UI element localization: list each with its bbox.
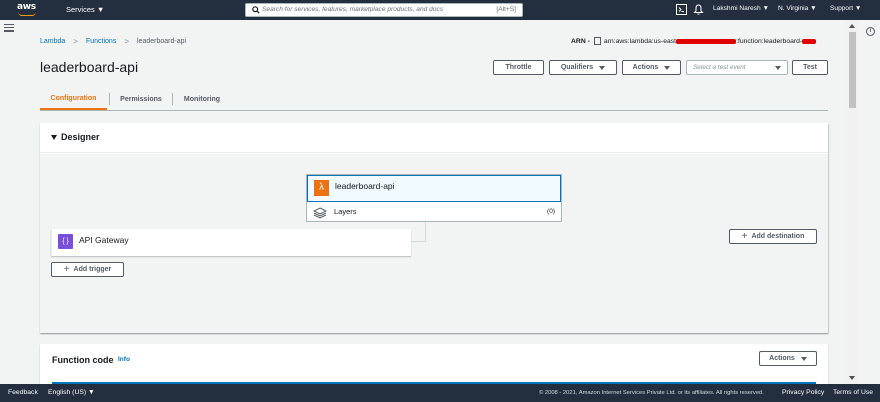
test-label: Test (803, 64, 817, 71)
tab-permissions[interactable]: Permissions (111, 88, 171, 110)
breadcrumb-current: leaderboard-api (137, 38, 187, 45)
feedback-link[interactable]: Feedback (8, 389, 38, 396)
breadcrumb: Lambda > Functions > leaderboard-api (40, 37, 186, 46)
actions-button[interactable]: Actions (622, 60, 681, 75)
cloudshell-icon[interactable] (676, 4, 687, 15)
terms-of-use-link[interactable]: Terms of Use (833, 389, 873, 396)
scrollbar-thumb[interactable] (849, 32, 856, 108)
test-event-placeholder: Select a test event (693, 64, 746, 71)
search-placeholder: Search for services, features, marketpla… (262, 6, 444, 13)
redaction-mark (676, 38, 737, 44)
redaction-mark (802, 38, 817, 44)
scroll-down-arrow-icon[interactable] (849, 376, 855, 380)
tab-label: Configuration (50, 94, 97, 102)
plus-icon: + (63, 263, 70, 275)
function-arn: ARN - arn:aws:lambda:us-east :function:l… (571, 37, 817, 45)
arn-prefix: arn:aws:lambda:us-east (603, 37, 677, 45)
tab-bar: Configuration Permissions Monitoring (40, 88, 828, 111)
function-node-name: leaderboard-api (335, 181, 395, 191)
lambda-icon: λ (314, 180, 329, 196)
bell-icon[interactable] (693, 4, 704, 15)
chevron-right-icon: > (73, 37, 78, 46)
copy-icon[interactable] (593, 37, 601, 45)
scroll-up-arrow-icon[interactable] (849, 24, 855, 28)
tab-monitoring[interactable]: Monitoring (174, 88, 230, 110)
copyright-text: © 2008 - 2021, Amazon Internet Services … (539, 390, 764, 396)
breadcrumb-lambda[interactable]: Lambda (40, 38, 65, 45)
footer-bar: Feedback English (US) ▼ © 2008 - 2021, A… (0, 384, 880, 402)
tab-label: Monitoring (183, 95, 221, 103)
language-menu[interactable]: English (US) ▼ (48, 389, 95, 396)
info-link[interactable]: Info (118, 356, 130, 363)
aws-smile-icon (18, 12, 36, 16)
layers-count: (0) (547, 208, 555, 215)
throttle-label: Throttle (505, 64, 532, 71)
function-node-header[interactable]: λ leaderboard-api (307, 175, 561, 202)
layers-row[interactable]: Layers (0) (307, 202, 561, 221)
page-title: leaderboard-api (40, 59, 139, 75)
tab-divider (109, 93, 110, 105)
tab-divider (172, 93, 173, 105)
add-trigger-label: Add trigger (73, 266, 112, 273)
caret-down-icon (51, 135, 57, 140)
designer-panel: Designer (40, 123, 828, 333)
caret-down-icon (800, 356, 807, 361)
region-menu[interactable]: N. Virginia ▼ (778, 5, 817, 12)
qualifiers-label: Qualifiers (560, 64, 594, 71)
layers-label: Layers (334, 207, 357, 216)
function-code-panel: Function code Info (40, 344, 828, 384)
search-shortcut: [Alt+S] (496, 6, 516, 13)
vertical-scrollbar[interactable] (846, 20, 859, 384)
plus-icon: + (741, 230, 748, 242)
layers-icon (313, 207, 327, 219)
caret-down-icon (599, 65, 606, 70)
test-event-select[interactable]: Select a test event (686, 60, 788, 75)
actions-label: Actions (632, 64, 659, 71)
function-code-title: Function code (52, 355, 114, 365)
privacy-policy-link[interactable]: Privacy Policy (782, 389, 824, 396)
caret-down-icon (775, 66, 781, 70)
test-button[interactable]: Test (792, 60, 828, 75)
actions-label: Actions (769, 355, 795, 362)
tab-configuration[interactable]: Configuration (40, 88, 107, 110)
add-destination-label: Add destination (751, 233, 805, 240)
function-node[interactable]: λ leaderboard-api Layers (0) (306, 174, 562, 222)
add-destination-button[interactable]: + Add destination (729, 229, 817, 244)
aws-logo-text: aws (17, 2, 36, 12)
search-input[interactable]: Search for services, features, marketpla… (245, 3, 523, 17)
breadcrumb-functions[interactable]: Functions (86, 38, 116, 45)
top-navigation-bar: aws Services ▼ Search for services, feat… (0, 0, 880, 20)
user-menu[interactable]: Lakshmi Naresh ▼ (713, 5, 769, 12)
arn-suffix: :function:leaderboard- (736, 37, 803, 45)
chevron-right-icon: > (124, 37, 129, 46)
aws-logo[interactable]: aws (16, 2, 40, 18)
search-icon (252, 6, 260, 14)
api-gateway-trigger[interactable]: { } API Gateway (51, 229, 411, 256)
api-gateway-icon: { } (58, 234, 73, 249)
add-trigger-button[interactable]: + Add trigger (51, 262, 124, 277)
function-code-actions-button[interactable]: Actions (759, 351, 817, 366)
qualifiers-button[interactable]: Qualifiers (549, 60, 617, 75)
support-menu[interactable]: Support ▼ (830, 5, 861, 12)
info-icon[interactable]: i (866, 27, 875, 36)
throttle-button[interactable]: Throttle (493, 60, 544, 75)
services-menu[interactable]: Services ▼ (66, 5, 104, 14)
trigger-connector-line (411, 222, 426, 242)
tab-label: Permissions (120, 95, 162, 103)
arn-label: ARN - (571, 37, 590, 45)
designer-title: Designer (61, 132, 100, 142)
designer-header[interactable]: Designer (40, 123, 828, 153)
hamburger-menu-icon[interactable] (4, 24, 14, 34)
trigger-label: API Gateway (79, 235, 129, 245)
caret-down-icon (664, 65, 671, 70)
